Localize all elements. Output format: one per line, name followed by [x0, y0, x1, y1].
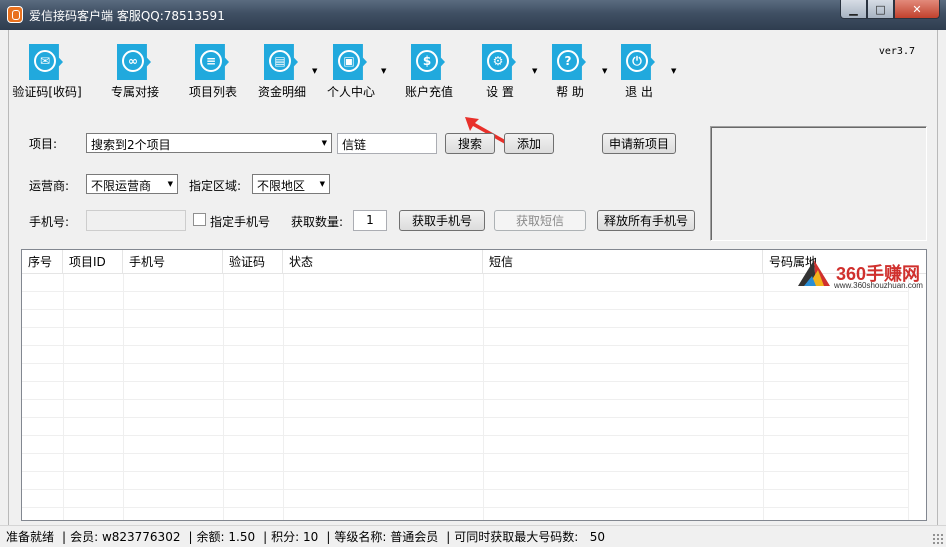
toolbar-item-project-list[interactable]: ≡ 项目列表	[175, 42, 255, 112]
points-label: 积分:	[271, 530, 300, 544]
get-sms-button[interactable]: 获取短信	[494, 210, 586, 231]
phone-input[interactable]	[86, 210, 186, 231]
apply-project-button[interactable]: 申请新项目	[602, 133, 676, 154]
watermark-url: www.360shouzhuan.com	[834, 281, 923, 290]
preview-panel	[710, 126, 927, 241]
member-label: 会员:	[70, 530, 99, 544]
column-header-index[interactable]: 序号	[22, 250, 63, 274]
region-select[interactable]: 不限地区 ▼	[252, 174, 330, 194]
release-all-button[interactable]: 释放所有手机号	[597, 210, 695, 231]
column-header-code[interactable]: 验证码	[223, 250, 283, 274]
toolbar: ver3.7 ✉ 验证码[收码] ∞ 专属对接 ≡ 项目列表 ▤ 资金明细 ▼ …	[12, 42, 919, 114]
status-bar: 准备就绪 | 会员: w823776302 | 余额: 1.50 | 积分: 1…	[0, 525, 946, 547]
toolbar-label: 专属对接	[110, 85, 159, 99]
close-button[interactable]: ✕	[894, 0, 940, 19]
points-value: 10	[303, 529, 319, 544]
toolbar-label: 帮 助	[556, 85, 584, 99]
maximize-button[interactable]: □	[867, 0, 894, 19]
toolbar-item-sms-code[interactable]: ✉ 验证码[收码]	[9, 42, 89, 112]
app-icon	[7, 6, 23, 23]
level-value: 普通会员	[390, 530, 439, 544]
version-label: ver3.7	[878, 46, 915, 57]
column-header-phone[interactable]: 手机号	[123, 250, 223, 274]
max-numbers-value: 50	[589, 529, 606, 544]
document-icon: ▤	[264, 44, 298, 80]
region-label: 指定区域:	[189, 179, 242, 193]
toolbar-label: 设 置	[486, 85, 514, 99]
quantity-label: 获取数量:	[291, 215, 344, 229]
balance-label: 余额:	[196, 530, 225, 544]
chevron-down-icon: ▼	[319, 180, 325, 188]
status-ready: 准备就绪	[6, 530, 55, 544]
window-title: 爱信接码客户端 客服QQ:78513591	[29, 9, 225, 23]
link-icon: ∞	[117, 44, 151, 80]
minimize-button[interactable]: ▁	[840, 0, 867, 19]
resize-grip-icon[interactable]	[932, 533, 944, 545]
project-select[interactable]: 搜索到2个项目 ▼	[86, 133, 332, 153]
watermark-logo: 360手赚网 www.360shouzhuan.com	[792, 254, 942, 294]
toolbar-label: 验证码[收码]	[12, 85, 82, 99]
carrier-label: 运营商:	[29, 179, 70, 193]
toolbar-item-exit[interactable]: ⏻ 退 出 ▼	[601, 42, 681, 112]
money-bag-icon: $	[411, 44, 445, 80]
get-phone-button[interactable]: 获取手机号	[399, 210, 485, 231]
quantity-input[interactable]: 1	[353, 210, 387, 231]
toolbar-item-recharge[interactable]: $ 账户充值	[391, 42, 471, 112]
specify-phone-label: 指定手机号	[210, 215, 271, 229]
toolbar-item-funds[interactable]: ▤ 资金明细 ▼	[244, 42, 324, 112]
dropdown-arrow-icon[interactable]: ▼	[671, 67, 676, 75]
column-header-sms[interactable]: 短信	[483, 250, 763, 274]
email-icon: ✉	[29, 44, 63, 80]
member-value: w823776302	[101, 529, 181, 544]
carrier-select[interactable]: 不限运营商 ▼	[86, 174, 178, 194]
search-button[interactable]: 搜索	[445, 133, 495, 154]
power-icon: ⏻	[621, 44, 655, 80]
specify-phone-checkbox[interactable]	[193, 213, 206, 226]
list-icon: ≡	[195, 44, 229, 80]
table-body	[22, 274, 926, 520]
dropdown-arrow-icon[interactable]: ▼	[381, 67, 386, 75]
toolbar-label: 个人中心	[326, 85, 375, 99]
balance-value: 1.50	[228, 529, 256, 544]
toolbar-item-help[interactable]: ? 帮 助 ▼	[532, 42, 612, 112]
id-card-icon: ▣	[333, 44, 367, 80]
query-panel: 项目: 搜索到2个项目 ▼ 信链 搜索 添加 申请新项目 运营商: 不限运营商 …	[17, 118, 705, 239]
title-bar: 爱信接码客户端 客服QQ:78513591 ▁ □ ✕	[0, 0, 946, 30]
chevron-down-icon: ▼	[321, 139, 327, 147]
toolbar-label: 资金明细	[257, 85, 306, 99]
add-button[interactable]: 添加	[504, 133, 554, 154]
toolbar-item-settings[interactable]: ⚙ 设 置 ▼	[462, 42, 542, 112]
toolbar-label: 账户充值	[404, 85, 453, 99]
column-header-status[interactable]: 状态	[283, 250, 483, 274]
toolbar-item-dedicated[interactable]: ∞ 专属对接	[97, 42, 177, 112]
level-label: 等级名称:	[334, 530, 387, 544]
help-icon: ?	[552, 44, 586, 80]
toolbar-label: 退 出	[625, 85, 653, 99]
column-header-project-id[interactable]: 项目ID	[63, 250, 123, 274]
watermark-logo-icon	[798, 260, 830, 286]
window-controls: ▁ □ ✕	[840, 0, 940, 20]
max-numbers-label: 可同时获取最大号码数:	[454, 530, 579, 544]
toolbar-item-profile[interactable]: ▣ 个人中心 ▼	[313, 42, 393, 112]
toolbar-label: 项目列表	[188, 85, 237, 99]
project-label: 项目:	[29, 137, 58, 151]
gear-icon: ⚙	[482, 44, 516, 80]
search-input[interactable]: 信链	[337, 133, 437, 154]
chevron-down-icon: ▼	[167, 180, 173, 188]
phone-label: 手机号:	[29, 215, 70, 229]
